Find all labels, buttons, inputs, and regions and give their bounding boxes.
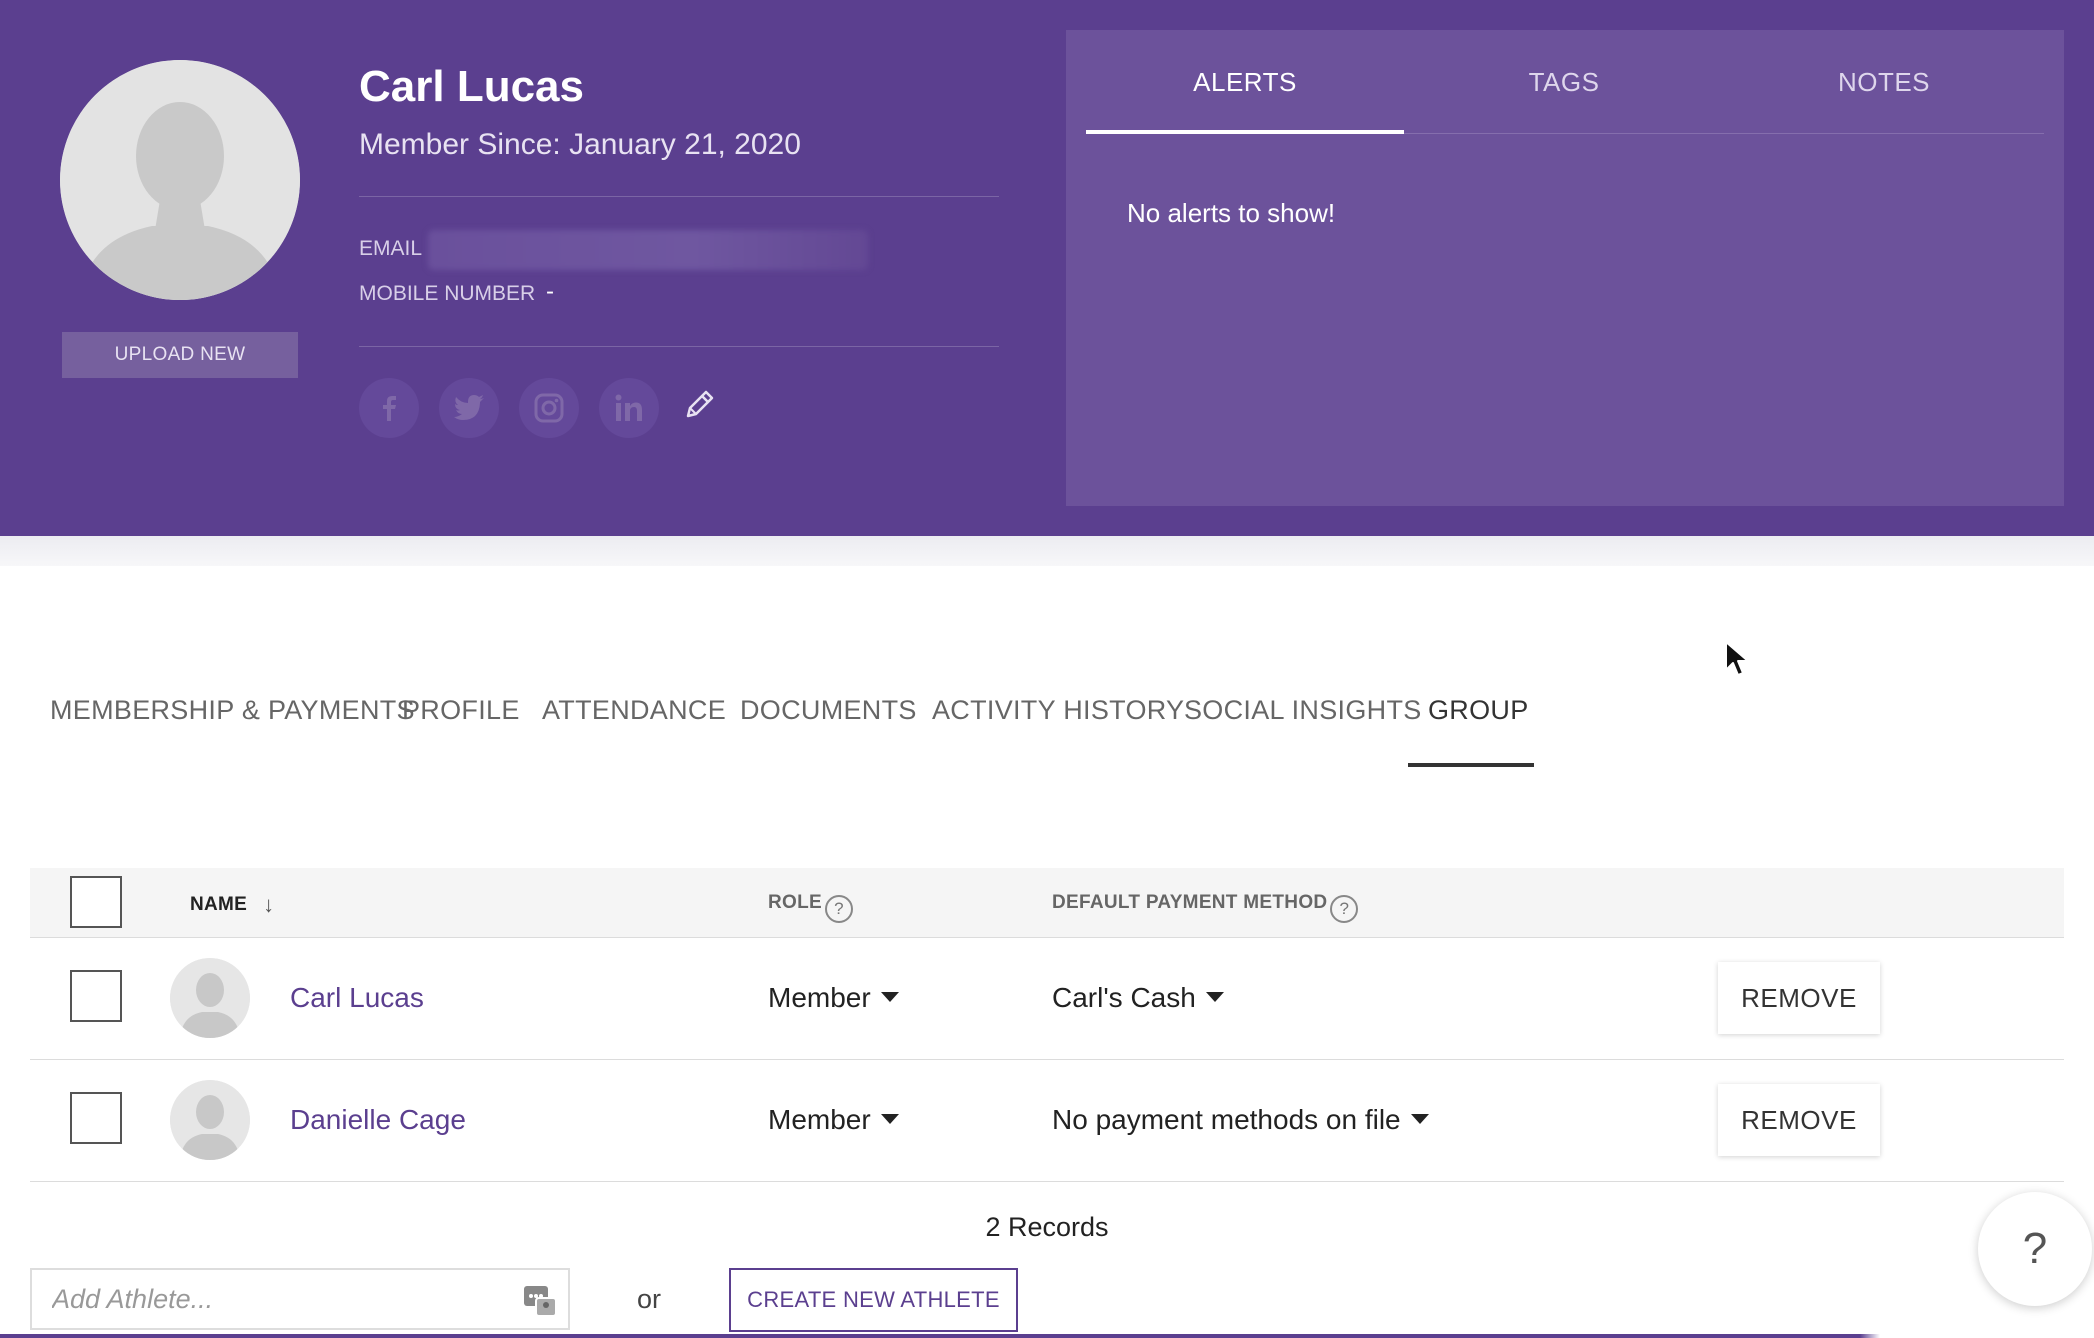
payment-method-dropdown[interactable]: Carl's Cash [1052,982,1224,1014]
tab-attendance[interactable]: ATTENDANCE [542,695,726,726]
linkedin-icon[interactable] [599,378,659,438]
person-silhouette-icon [170,958,250,1038]
alerts-panel: ALERTS TAGS NOTES No alerts to show! [1066,30,2064,506]
records-count: 2 Records [985,1212,1109,1242]
caret-down-icon [1410,1114,1429,1124]
remove-button[interactable]: REMOVE [1718,1084,1880,1156]
member-name-link[interactable]: Carl Lucas [290,982,424,1014]
active-tab-indicator [1408,763,1534,767]
payment-method-value: No payment methods on file [1052,1104,1401,1135]
profile-avatar [60,60,300,300]
alerts-empty-message: No alerts to show! [1127,198,1336,228]
profile-name: Carl Lucas [359,62,584,111]
tab-profile[interactable]: PROFILE [402,695,520,726]
person-silhouette-icon [170,1080,250,1160]
mouse-cursor-icon [1725,641,1749,676]
bottom-edge [0,1334,2094,1338]
member-since: Member Since: January 21, 2020 [359,128,801,161]
twitter-icon[interactable] [439,378,499,438]
profile-header: UPLOAD NEW Carl Lucas Member Since: Janu… [0,0,2094,536]
payment-method-value: Carl's Cash [1052,982,1196,1013]
email-label: EMAIL [359,237,423,260]
column-header-payment: DEFAULT PAYMENT METHOD? [1052,892,1359,923]
role-dropdown[interactable]: Member [768,1104,899,1136]
add-athlete-input[interactable] [30,1268,570,1330]
avatar [170,1080,250,1160]
active-tab-indicator [1086,130,1404,134]
contacts-card-icon[interactable] [522,1282,558,1318]
role-dropdown[interactable]: Member [768,982,899,1014]
panel-tab-tags[interactable]: TAGS [1404,30,1724,134]
member-name-link[interactable]: Danielle Cage [290,1104,466,1136]
email-value-redacted [428,230,868,270]
remove-button[interactable]: REMOVE [1718,962,1880,1034]
column-role-label: ROLE [768,892,822,913]
pencil-icon[interactable] [682,386,718,422]
mobile-number-label: MOBILE NUMBER [359,282,536,305]
sort-arrow-down-icon[interactable]: ↓ [263,892,274,918]
row-checkbox[interactable] [70,1092,122,1144]
divider [359,346,999,347]
help-circle-icon[interactable]: ? [824,895,853,923]
facebook-icon[interactable] [359,378,419,438]
upload-new-button[interactable]: UPLOAD NEW [62,332,298,378]
role-value: Member [768,982,871,1013]
caret-down-icon [880,1114,899,1124]
caret-down-icon [880,992,899,1002]
tab-group[interactable]: GROUP [1428,695,1529,726]
table-row: Carl Lucas Member Carl's Cash REMOVE [30,938,2064,1060]
instagram-icon[interactable] [519,378,579,438]
panel-tab-alerts[interactable]: ALERTS [1086,30,1404,134]
person-silhouette-icon [60,60,300,300]
help-circle-icon[interactable]: ? [1330,895,1359,923]
select-all-checkbox[interactable] [70,876,122,928]
or-separator: or [637,1284,662,1314]
column-header-name[interactable]: NAME ↓ [190,892,274,918]
column-header-role: ROLE? [768,892,853,923]
divider [359,196,999,197]
header-shadow [0,536,2094,566]
table-row: Danielle Cage Member No payment methods … [30,1060,2064,1182]
table-header: NAME ↓ ROLE? DEFAULT PAYMENT METHOD? [30,868,2064,938]
tab-documents[interactable]: DOCUMENTS [740,695,917,726]
help-button[interactable]: ? [1978,1192,2092,1306]
mobile-number-value: - [546,278,554,305]
row-checkbox[interactable] [70,970,122,1022]
caret-down-icon [1205,992,1224,1002]
avatar [170,958,250,1038]
tab-membership-payments[interactable]: MEMBERSHIP & PAYMENTS [50,695,415,726]
role-value: Member [768,1104,871,1135]
panel-tab-notes[interactable]: NOTES [1724,30,2044,134]
payment-method-dropdown[interactable]: No payment methods on file [1052,1104,1429,1136]
column-payment-label: DEFAULT PAYMENT METHOD [1052,892,1328,913]
tab-social-insights[interactable]: SOCIAL INSIGHTS [1184,695,1422,726]
column-name-label: NAME [190,894,248,915]
tab-activity-history[interactable]: ACTIVITY HISTORY [932,695,1184,726]
create-new-athlete-button[interactable]: CREATE NEW ATHLETE [729,1268,1018,1332]
